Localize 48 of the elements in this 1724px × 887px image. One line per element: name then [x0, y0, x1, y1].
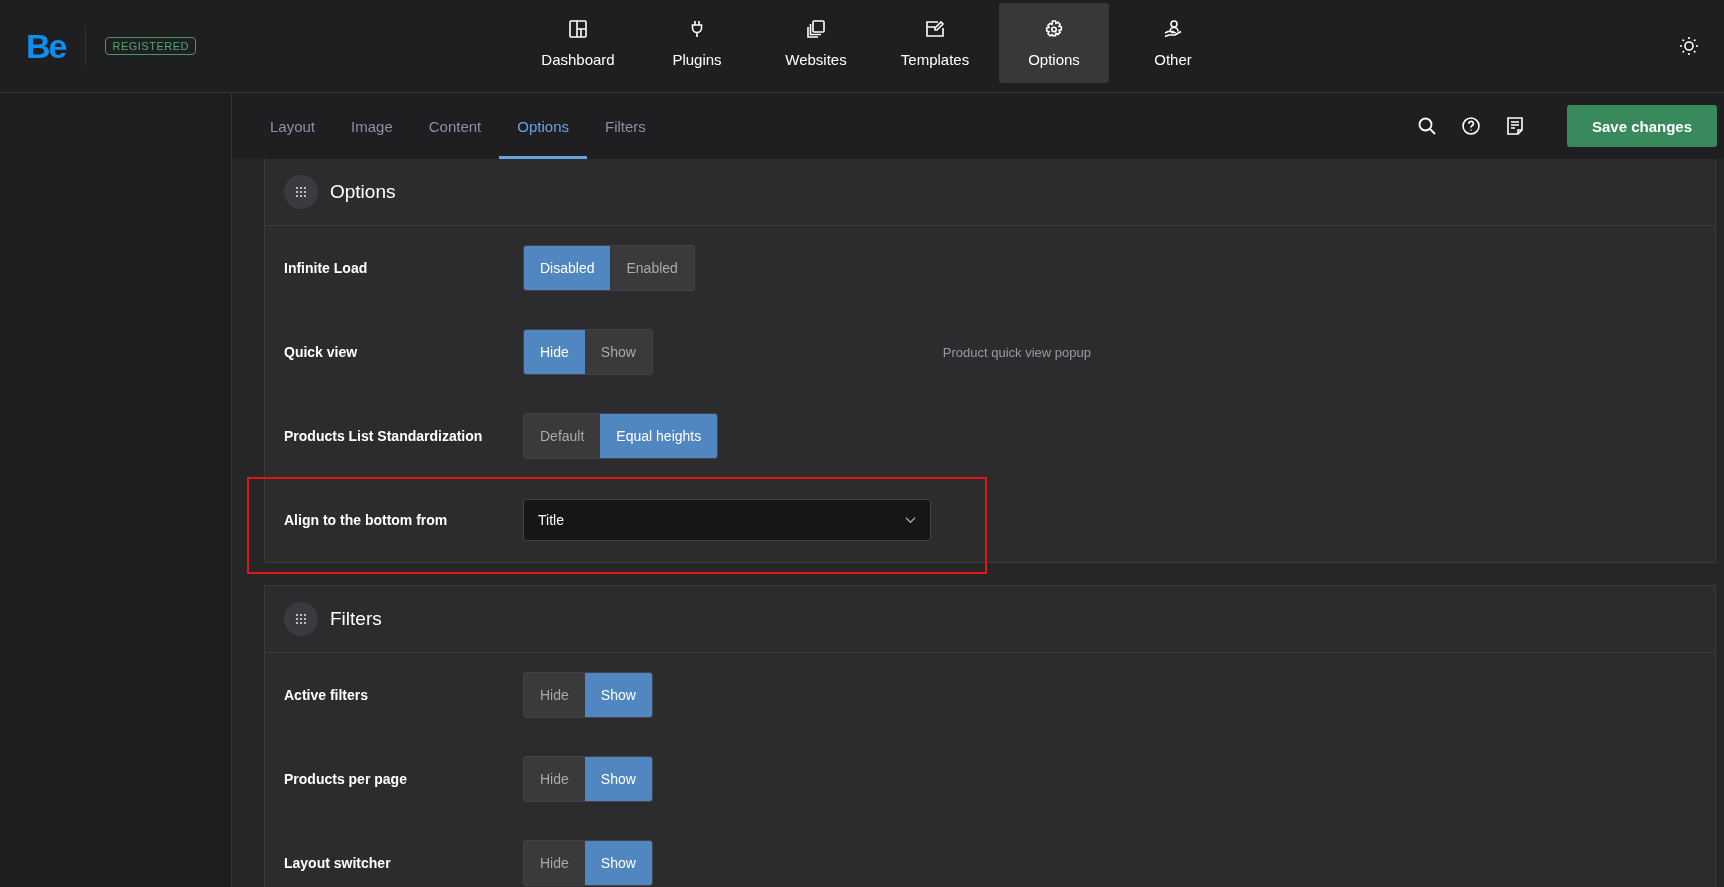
tab[interactable]: Filters	[587, 93, 664, 159]
segment-button[interactable]: Hide	[524, 330, 585, 374]
segment-button[interactable]: Show	[584, 330, 652, 374]
help-icon[interactable]	[1461, 116, 1481, 136]
setting-label: Infinite Load	[284, 260, 369, 276]
tab[interactable]: Image	[333, 93, 411, 159]
setting-label: Align to the bottom from	[284, 512, 449, 528]
segment-button[interactable]: Hide	[524, 841, 585, 885]
settings-icon	[1044, 18, 1064, 39]
setting-label: Active filters	[284, 687, 370, 703]
nav-item[interactable]: Templates	[880, 3, 990, 83]
chevron-down-icon	[905, 516, 916, 524]
segment-button[interactable]: Show	[584, 841, 652, 885]
drag-handle-icon[interactable]	[284, 175, 318, 209]
segment-button[interactable]: Disabled	[524, 246, 611, 290]
segment-button[interactable]: Hide	[524, 757, 585, 801]
save-button[interactable]: Save changes	[1567, 105, 1717, 147]
layout-icon	[568, 18, 588, 39]
nav-item[interactable]: Other	[1118, 3, 1228, 83]
segment-button[interactable]: Show	[584, 757, 652, 801]
tab[interactable]: Layout	[252, 93, 334, 159]
segment-button[interactable]: Hide	[524, 673, 585, 717]
segment-button[interactable]: Default	[524, 414, 601, 458]
registered-badge: REGISTERED	[105, 37, 196, 55]
notes-icon[interactable]	[1505, 116, 1525, 136]
section-title: Options	[330, 181, 396, 203]
setting-label: Layout switcher	[284, 855, 392, 871]
tab[interactable]: Content	[410, 93, 500, 159]
setting-label: Products List Standardization	[284, 428, 484, 444]
nav-item[interactable]: Plugins	[642, 3, 752, 83]
segment-button[interactable]: Equal heights	[600, 414, 718, 458]
nav-item[interactable]: Options	[999, 3, 1109, 83]
nav-item[interactable]: Dashboard	[523, 3, 633, 83]
edit-template-icon	[925, 18, 945, 39]
logo[interactable]: Be	[26, 26, 87, 66]
segment-button[interactable]: Show	[584, 673, 652, 717]
search-icon[interactable]	[1417, 116, 1437, 136]
nav-item[interactable]: Websites	[761, 3, 871, 83]
segment-button[interactable]: Enabled	[610, 246, 694, 290]
select-field[interactable]: Title	[523, 499, 931, 541]
setting-label: Products per page	[284, 771, 408, 787]
setting-label: Quick view	[284, 344, 359, 360]
copies-icon	[806, 18, 826, 39]
theme-toggle-icon[interactable]	[1679, 36, 1699, 56]
drag-handle-icon[interactable]	[284, 602, 318, 636]
setting-hint: Product quick view popup	[942, 344, 1091, 360]
hand-person-icon	[1163, 18, 1183, 39]
section-title: Filters	[330, 608, 382, 630]
